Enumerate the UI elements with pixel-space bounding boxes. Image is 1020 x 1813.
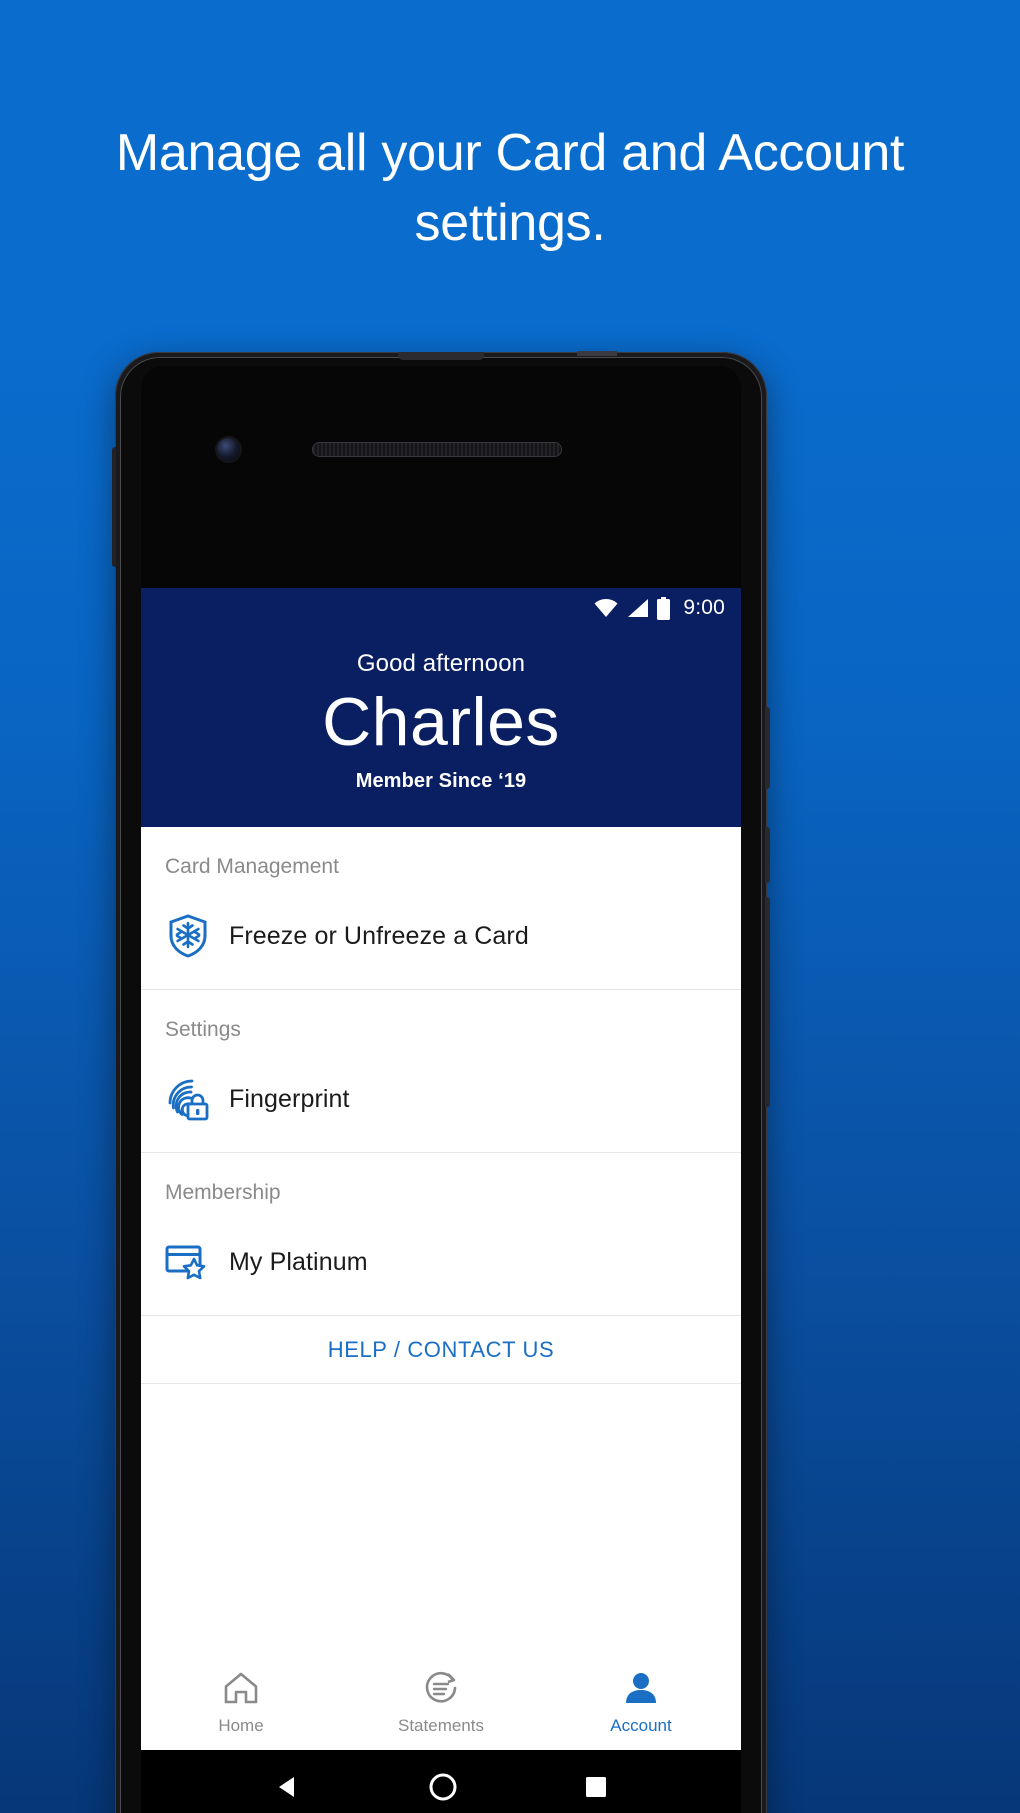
menu-item-freeze-card[interactable]: Freeze or Unfreeze a Card <box>141 879 741 989</box>
group-title-membership: Membership <box>165 1181 281 1204</box>
wifi-icon <box>593 598 619 618</box>
menu-group-membership: Membership My Platinum <box>141 1153 741 1316</box>
help-contact-link[interactable]: HELP / CONTACT US <box>328 1337 555 1362</box>
promo-background: Manage all your Card and Account setting… <box>0 0 1020 1813</box>
tab-account[interactable]: Account <box>541 1671 741 1736</box>
group-title-card-management: Card Management <box>165 855 339 878</box>
app-header: 9:00 Good afternoon Charles Member Since… <box>141 588 741 827</box>
account-person-icon <box>623 1671 659 1710</box>
tab-statements[interactable]: Statements <box>341 1671 541 1736</box>
volume-down-button[interactable] <box>765 897 770 1107</box>
phone-screen: 9:00 Good afternoon Charles Member Since… <box>141 366 741 1813</box>
shield-snowflake-icon <box>165 913 211 959</box>
promo-headline: Manage all your Card and Account setting… <box>115 124 905 252</box>
menu-group-settings: Settings Fingerprint <box>141 990 741 1153</box>
app-viewport: 9:00 Good afternoon Charles Member Since… <box>141 588 741 1813</box>
settings-menu: Card Management Freeze or Unfreeze a Car… <box>141 827 741 1659</box>
android-nav-bar <box>141 1750 741 1813</box>
back-icon[interactable] <box>273 1772 303 1807</box>
member-since-text: Member Since ‘19 <box>355 770 527 792</box>
menu-item-label: Freeze or Unfreeze a Card <box>229 921 529 950</box>
earpiece-speaker <box>313 443 561 456</box>
power-button[interactable] <box>765 707 770 789</box>
menu-item-fingerprint[interactable]: Fingerprint <box>141 1042 741 1152</box>
tab-home[interactable]: Home <box>141 1671 341 1736</box>
cellular-signal-icon <box>626 598 649 618</box>
volume-up-button[interactable] <box>765 827 770 883</box>
help-contact-row[interactable]: HELP / CONTACT US <box>141 1316 741 1384</box>
recents-square-icon[interactable] <box>583 1774 609 1805</box>
home-circle-icon[interactable] <box>427 1771 459 1808</box>
bottom-tab-bar: Home Statements Account <box>141 1659 741 1750</box>
phone-device: 9:00 Good afternoon Charles Member Since… <box>112 351 770 1813</box>
status-bar: 9:00 <box>141 588 741 628</box>
fingerprint-lock-icon <box>165 1076 211 1122</box>
statements-icon <box>423 1671 459 1710</box>
status-bar-time: 9:00 <box>683 596 725 619</box>
greeting-text: Good afternoon <box>356 650 526 677</box>
home-icon <box>223 1671 259 1710</box>
tab-label: Home <box>218 1716 264 1735</box>
phone-antenna-line <box>577 351 617 356</box>
card-star-icon <box>165 1239 211 1285</box>
menu-item-label: Fingerprint <box>229 1084 350 1113</box>
front-camera-icon <box>217 438 240 461</box>
phone-left-edge-detail <box>112 447 116 567</box>
battery-icon <box>656 596 671 620</box>
tab-label: Statements <box>398 1716 484 1735</box>
greeting-block: Good afternoon Charles Member Since ‘19 <box>141 628 741 827</box>
group-title-settings: Settings <box>165 1018 241 1041</box>
menu-group-card-management: Card Management Freeze or Unfreeze a Car… <box>141 827 741 990</box>
menu-item-label: My Platinum <box>229 1247 368 1276</box>
user-name: Charles <box>322 684 560 760</box>
phone-top-notch <box>398 352 484 360</box>
menu-item-my-platinum[interactable]: My Platinum <box>141 1205 741 1315</box>
tab-label: Account <box>610 1716 672 1735</box>
